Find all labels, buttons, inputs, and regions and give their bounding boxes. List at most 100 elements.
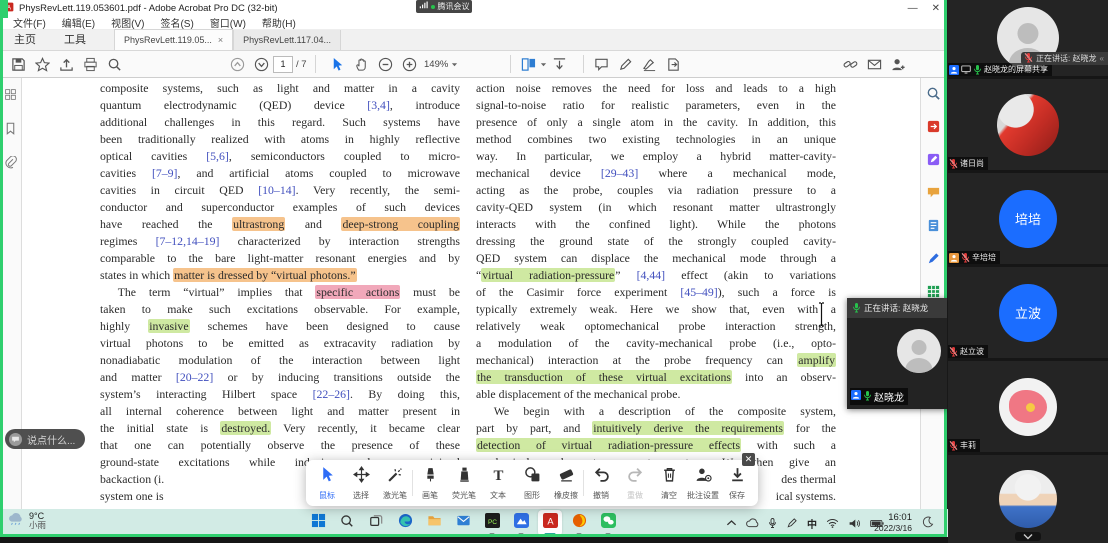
comment-icon[interactable] [589,53,613,75]
taskbar-meeting-app-icon[interactable] [509,510,533,536]
participant-tile-3[interactable]: 培培辛培培 [948,173,1108,264]
zoom-caret-icon[interactable] [451,55,458,73]
annot-shapes-button[interactable]: 图形 [515,466,549,501]
annot-save-button[interactable]: 保存 [720,466,754,501]
rs-edit-icon[interactable] [926,152,941,172]
tray-onedrive-icon[interactable] [746,518,759,528]
chat-quick-pill[interactable]: 说点什么... [5,429,85,449]
annot-eraser-button[interactable]: 橡皮擦 [549,466,583,501]
zoom-out-icon[interactable] [373,53,397,75]
taskbar-pycharm-icon[interactable]: PC [480,510,504,536]
pageview-caret-icon[interactable] [540,55,547,73]
link-icon[interactable] [838,53,862,75]
citation-link[interactable]: [7–12,14–19] [156,234,220,248]
citation-link[interactable]: [29–43] [601,166,638,180]
taskbar-mail-icon[interactable] [451,510,475,536]
close-button[interactable]: ✕ [932,3,940,14]
citation-link[interactable]: [20–22] [176,370,213,384]
taskbar-wechat-icon[interactable] [596,510,620,536]
tray-tray-chevron-icon[interactable] [726,519,737,527]
weather-widget[interactable]: 9°C 小雨 [7,511,46,531]
annotation-close-button[interactable]: ✕ [742,453,755,466]
annot-select-button[interactable]: 选择 [344,466,378,501]
fitwidth-icon[interactable] [547,53,571,75]
doc-tab-119[interactable]: PhysRevLett.119.05...× [114,29,233,50]
annot-undo-button[interactable]: 撤销 [584,466,618,501]
citation-link[interactable]: [22–26] [313,387,350,401]
citation-link[interactable]: [5,6] [206,149,229,163]
pencil-icon[interactable] [613,53,637,75]
citation-link[interactable]: [3,4] [367,98,390,112]
search-icon[interactable] [102,53,126,75]
pageview-icon[interactable] [516,53,540,75]
citation-link[interactable]: [4,44] [637,268,666,282]
annot-highlighter-button[interactable]: 荧光笔 [447,466,481,501]
taskbar-clock[interactable]: 16:01 2022/3/16 [852,512,912,534]
rs-comment-icon[interactable] [926,185,941,205]
right-tools-panel [920,78,946,509]
save-icon[interactable] [6,53,30,75]
rs-pen-icon[interactable] [926,251,941,271]
speaker-mini-window[interactable]: 正在讲话: 赵晓龙 赵晓龙 [847,298,947,409]
annot-clear-button[interactable]: 清空 [652,466,686,501]
menu-view[interactable]: 视图(V) [104,15,151,30]
annot-laser-pen-button[interactable]: 激光笔 [378,466,412,501]
upload-icon[interactable] [54,53,78,75]
taskbar-edge-icon[interactable] [393,510,417,536]
taskbar-task-view-icon[interactable] [364,510,388,536]
menu-window[interactable]: 窗口(W) [203,15,253,30]
page-number-input[interactable]: 1 [273,56,293,73]
menu-sign[interactable]: 签名(S) [153,15,200,30]
print-icon[interactable] [78,53,102,75]
participant-tile-5[interactable]: 丰莉 [948,361,1108,452]
tray-wifi-icon[interactable] [826,518,839,528]
bookmark-icon[interactable] [4,122,17,140]
taskbar-search-icon[interactable] [335,510,359,536]
citation-link[interactable]: [7–9] [152,166,178,180]
citation-link[interactable]: [10–14] [258,183,295,197]
tray-ime-icon[interactable]: 中 [807,516,817,531]
annot-pen-button[interactable]: 画笔 [413,466,447,501]
cursor-icon[interactable] [325,53,349,75]
doc-tab-label: PhysRevLett.117.04... [243,35,331,45]
tray-windows-ink-icon[interactable] [786,517,798,529]
nav-down-icon[interactable] [249,53,273,75]
tab-home[interactable]: 主页 [0,28,50,50]
taskbar-firefox-icon[interactable] [567,510,591,536]
doc-tab-117[interactable]: PhysRevLett.117.04... [233,30,341,50]
meeting-toolbar-pill[interactable]: 腾讯会议 [416,0,472,13]
tab-tools[interactable]: 工具 [50,28,100,50]
menu-help[interactable]: 帮助(H) [255,15,303,30]
annot-mouse-button[interactable]: 鼠标 [310,466,344,501]
zoom-level[interactable]: 149% [421,59,451,70]
top-speaker-bar[interactable]: 正在讲话: 赵晓龙 « [1021,52,1108,65]
adduser-icon[interactable] [886,53,910,75]
participant-tile-6[interactable] [948,455,1108,543]
taskbar-start-icon[interactable] [306,510,330,536]
nav-up-icon[interactable] [225,53,249,75]
citation-link[interactable]: [45–49] [680,285,717,299]
tray-tray-mic-icon[interactable] [768,517,777,529]
hand-icon[interactable] [349,53,373,75]
mail-icon[interactable] [862,53,886,75]
minimize-button[interactable]: — [908,3,918,14]
zoom-in-icon[interactable] [397,53,421,75]
more-participants-chevron[interactable] [1015,532,1041,541]
annot-text-button[interactable]: T文本 [481,466,515,501]
rs-search-icon[interactable] [926,86,941,106]
thumbs-icon[interactable] [4,88,17,106]
rs-export-icon[interactable] [926,119,941,139]
taskbar-acrobat-icon[interactable]: A [538,510,562,536]
clip-icon[interactable] [4,156,17,174]
participant-tile-4[interactable]: 立波赵立波 [948,267,1108,358]
rs-scan-icon[interactable] [926,218,941,238]
annot-annot-settings-button[interactable]: 批注设置 [686,466,720,501]
taskbar-file-explorer-icon[interactable] [422,510,446,536]
focus-assist-moon-icon[interactable] [922,515,934,533]
export-icon[interactable] [661,53,685,75]
annot-redo-button[interactable]: 重做 [618,466,652,501]
star-icon[interactable] [30,53,54,75]
participant-tile-2[interactable]: 诸日尚 [948,79,1108,170]
tab-close-icon[interactable]: × [218,35,223,45]
sign-icon[interactable] [637,53,661,75]
